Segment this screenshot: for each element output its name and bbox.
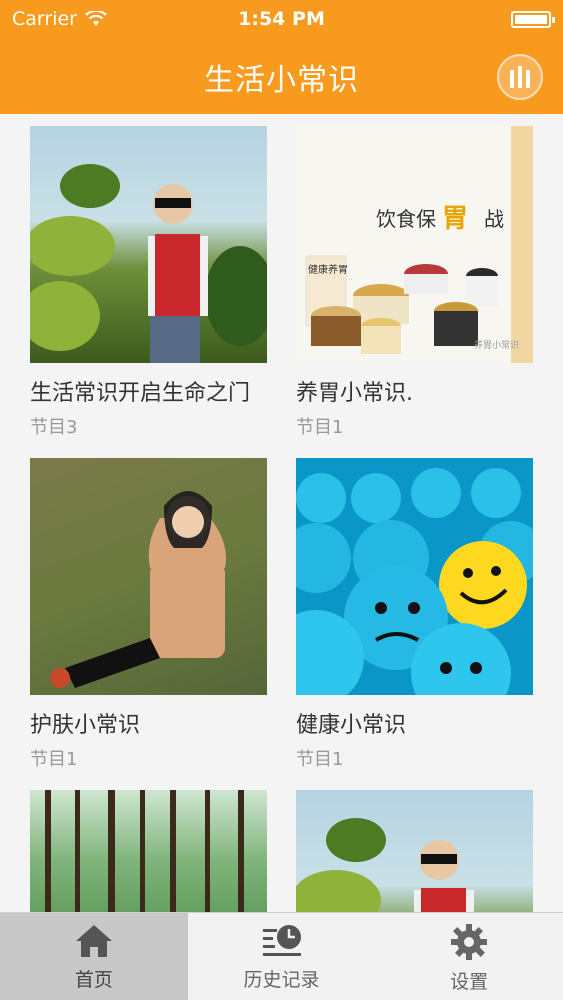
tab-label: 首页: [74, 969, 113, 991]
program-card[interactable]: 饮食保 胃 战 健康养胃 养胃小常识 养胃小常识. 节目1: [296, 126, 533, 439]
package-label: 健康养胃: [308, 263, 348, 276]
gear-icon: [451, 924, 488, 960]
home-icon: [75, 925, 112, 957]
program-thumbnail: [296, 790, 533, 912]
program-thumbnail: [296, 458, 533, 695]
tab-label: 历史记录: [243, 969, 320, 991]
program-thumbnail: [30, 126, 267, 363]
menu-button[interactable]: [497, 54, 543, 100]
history-icon: [262, 925, 301, 956]
program-count: 节目1: [296, 749, 344, 770]
program-thumbnail: [30, 458, 267, 695]
program-count: 节目1: [30, 749, 78, 770]
tab-label: 设置: [450, 971, 489, 993]
program-title: 养胃小常识.: [296, 381, 413, 406]
program-title: 健康小常识: [296, 713, 407, 738]
program-card[interactable]: [296, 790, 533, 912]
program-card[interactable]: 生活常识开启生命之门 节目3: [30, 126, 267, 439]
status-bar: Carrier 1:54 PM: [0, 0, 563, 40]
banner-text-end: 战: [484, 207, 504, 231]
program-grid: 生活常识开启生命之门 节目3 饮食保 胃 战 健康养胃 养胃小常识 养胃小常识.…: [0, 114, 563, 912]
program-title: 护肤小常识: [30, 713, 141, 738]
program-title: 生活常识开启生命之门: [30, 381, 251, 406]
tab-history[interactable]: 历史记录: [188, 913, 376, 1000]
program-card[interactable]: 护肤小常识 节目1: [30, 458, 267, 771]
banner-highlight: 胃: [442, 204, 468, 234]
banner-text: 饮食保: [376, 207, 436, 231]
tab-bar: 首页 历史记录 设置: [0, 912, 563, 1000]
image-watermark: 养胃小常识: [474, 339, 519, 351]
clock: 1:54 PM: [238, 8, 325, 30]
equalizer-icon: [510, 66, 530, 88]
program-thumbnail: 饮食保 胃 战 健康养胃 养胃小常识: [296, 126, 533, 363]
program-count: 节目1: [296, 417, 344, 438]
program-thumbnail: [30, 790, 267, 912]
page-title: 生活小常识: [204, 63, 359, 98]
program-card[interactable]: [30, 790, 267, 912]
tab-settings[interactable]: 设置: [375, 913, 563, 1000]
program-card[interactable]: 健康小常识 节目1: [296, 458, 533, 771]
program-count: 节目3: [30, 417, 78, 438]
tab-home[interactable]: 首页: [0, 913, 188, 1000]
battery-icon: [511, 11, 555, 28]
navigation-bar: Carrier 1:54 PM 生活小常识: [0, 0, 563, 114]
